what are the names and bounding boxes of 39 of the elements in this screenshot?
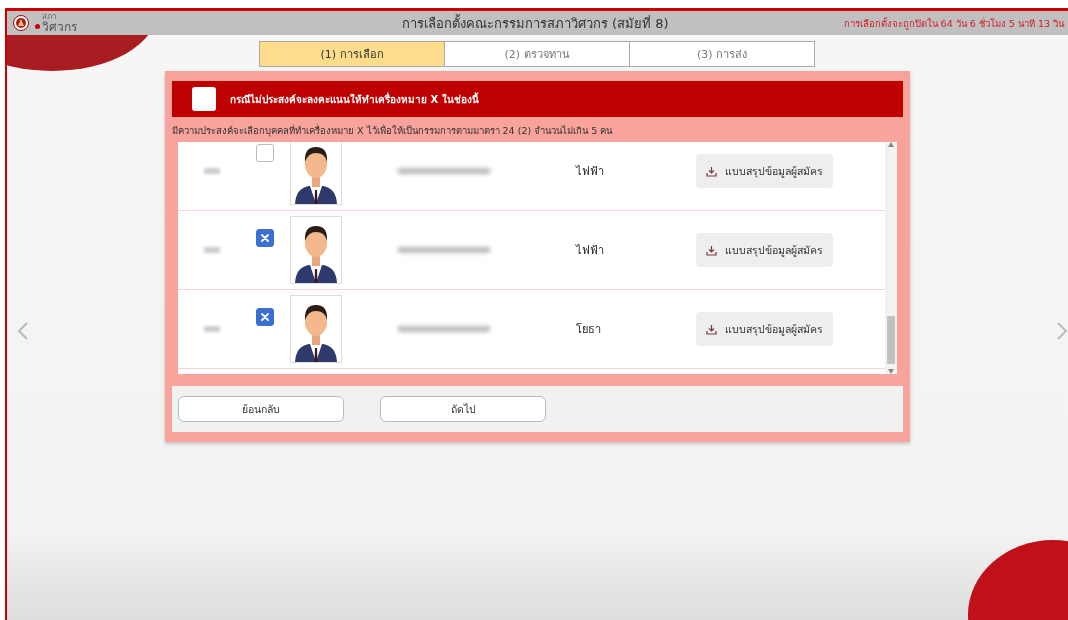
- instruction-text: มีความประสงค์จะเลือกบุคคลที่ทำเครื่องหมาย X ไว้เพื่อให้เป็นกรรมการตามมาตรา 24 (2) จำนวนไม่เกิน 5 คน: [172, 123, 614, 138]
- download-icon: [706, 244, 717, 256]
- nav-button[interactable]: ถัดไป: [380, 396, 546, 422]
- logo-dot-icon: [35, 24, 40, 29]
- candidate-checkbox[interactable]: [256, 229, 274, 247]
- x-mark-icon: [260, 233, 270, 243]
- nav-button[interactable]: ย้อนกลับ: [178, 396, 344, 422]
- logo-text: วิศวกร: [42, 21, 77, 33]
- scrollbar-thumb[interactable]: [887, 316, 895, 364]
- step-tab[interactable]: (1) การเลือก: [259, 41, 445, 67]
- scroll-up-icon[interactable]: [888, 142, 894, 147]
- download-icon: [706, 323, 717, 335]
- branch-text: ไฟฟ้า: [576, 164, 605, 180]
- candidate-checkbox[interactable]: [256, 308, 274, 326]
- branch-text: ไฟฟ้า: [576, 243, 605, 259]
- scrollbar[interactable]: [885, 142, 897, 374]
- candidate-checkbox[interactable]: [256, 144, 274, 162]
- step-tab[interactable]: (3) การส่ง: [629, 41, 815, 67]
- countdown-text: การเลือกตั้งจะถูกปิดใน 64 วัน 6 ชั่วโมง 5 นาที 13 วิน: [843, 16, 1064, 31]
- download-icon: [706, 165, 717, 177]
- download-button[interactable]: แบบสรุปข้อมูลผู้สมัคร: [696, 312, 833, 346]
- logo-caption: สภา: [42, 13, 57, 21]
- avatar-drawing: [290, 216, 342, 284]
- avatar-drawing: [290, 295, 342, 363]
- step-tab[interactable]: (2) ตรวจทาน: [444, 41, 630, 67]
- x-mark-icon: [260, 312, 270, 322]
- abstain-checkbox[interactable]: [192, 87, 216, 111]
- logo-icon: [13, 15, 29, 31]
- download-button[interactable]: แบบสรุปข้อมูลผู้สมัคร: [696, 154, 833, 188]
- scroll-down-icon[interactable]: [888, 369, 894, 374]
- blurred-number: [204, 247, 220, 253]
- abstain-label: กรณีไม่ประสงค์จะลงคะแนนให้ทำเครื่องหมาย X ในช่องนี้: [230, 91, 479, 107]
- page-title: การเลือกตั้งคณะกรรมการสภาวิศวกร (สมัยที่ 8): [400, 13, 670, 33]
- download-button[interactable]: แบบสรุปข้อมูลผู้สมัคร: [696, 233, 833, 267]
- blurred-number: [204, 326, 220, 332]
- chevron-left-icon[interactable]: [17, 321, 29, 341]
- chevron-right-icon[interactable]: [1056, 321, 1068, 341]
- blurred-number: [204, 168, 220, 174]
- branch-text: โยธา: [576, 322, 602, 338]
